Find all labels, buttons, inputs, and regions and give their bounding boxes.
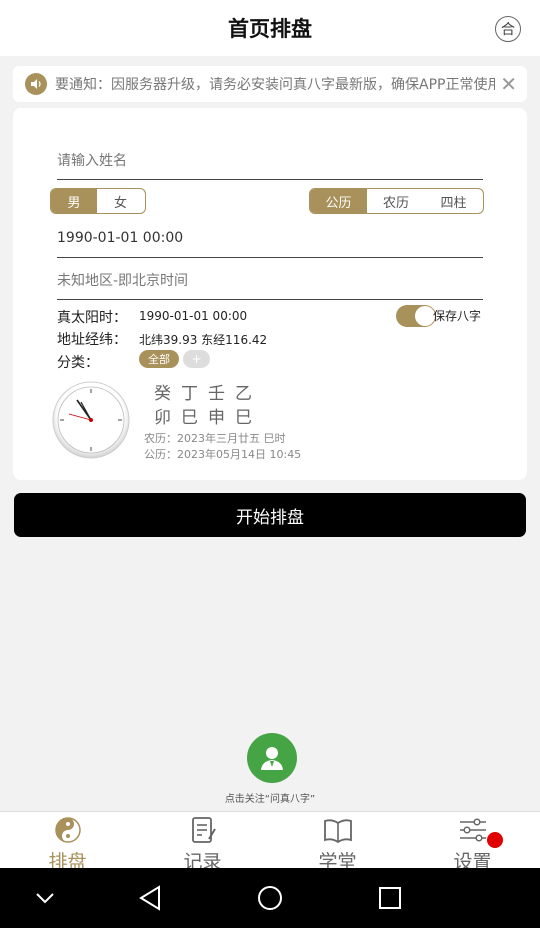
calendar-gregorian-option[interactable]: 公历 bbox=[310, 189, 367, 213]
earthly-branches-row: 卯巳申巳 bbox=[149, 403, 257, 428]
follow-text[interactable]: 点击关注“问真八字” bbox=[0, 790, 540, 805]
clock-icon bbox=[52, 381, 130, 459]
compatibility-button[interactable]: 合 bbox=[495, 16, 521, 42]
name-field[interactable]: 请输入姓名 bbox=[57, 140, 483, 180]
datetime-value: 1990-01-01 00:00 bbox=[57, 229, 184, 246]
branch-month: 巳 bbox=[181, 408, 198, 428]
region-placeholder: 未知地区-即北京时间 bbox=[57, 272, 189, 289]
calendar-four-pillars-option[interactable]: 四柱 bbox=[425, 189, 482, 213]
address-label: 地址经纬： bbox=[57, 332, 127, 348]
category-all-chip[interactable]: 全部 bbox=[139, 350, 179, 368]
gender-selector: 男 女 bbox=[50, 188, 146, 214]
stem-hour: 乙 bbox=[235, 384, 252, 404]
branch-day: 申 bbox=[208, 408, 225, 428]
tab-records[interactable]: 记录 bbox=[135, 812, 270, 873]
notice-bar: 要通知：因服务器升级，请务必安装问真八字最新版，确保APP正常使用 ✕ bbox=[13, 66, 527, 102]
category-add-button[interactable]: + bbox=[183, 350, 210, 368]
book-icon bbox=[323, 819, 352, 844]
branch-year: 卯 bbox=[154, 408, 171, 428]
recents-icon[interactable] bbox=[379, 887, 401, 909]
page-title: 首页排盘 bbox=[228, 17, 312, 41]
notes-icon bbox=[191, 817, 216, 843]
gender-male-option[interactable]: 男 bbox=[51, 189, 97, 213]
top-header: 首页排盘 合 bbox=[0, 0, 540, 56]
start-paipan-button[interactable]: 开始排盘 bbox=[14, 493, 526, 537]
sliders-icon bbox=[459, 818, 486, 842]
system-nav-bar bbox=[0, 868, 540, 928]
region-field[interactable]: 未知地区-即北京时间 bbox=[57, 260, 483, 300]
tab-school[interactable]: 学堂 bbox=[270, 812, 405, 873]
lunar-date: 农历：2023年三月廿五 巳时 bbox=[144, 432, 286, 445]
calendar-lunar-option[interactable]: 农历 bbox=[367, 189, 425, 213]
follow-icon[interactable] bbox=[247, 733, 297, 783]
notice-text: 要通知：因服务器升级，请务必安装问真八字最新版，确保APP正常使用 bbox=[55, 77, 495, 93]
home-icon[interactable] bbox=[258, 886, 282, 910]
close-icon[interactable]: ✕ bbox=[500, 74, 517, 94]
solar-time-label: 真太阳时： bbox=[57, 310, 127, 326]
solar-time-value: 1990-01-01 00:00 bbox=[139, 309, 248, 323]
address-value: 北纬39.93 东经116.42 bbox=[139, 333, 268, 347]
branch-hour: 巳 bbox=[235, 408, 252, 428]
save-bazi-label: 保存八字 bbox=[433, 309, 482, 323]
tab-settings[interactable]: 设置 bbox=[405, 812, 540, 873]
chevron-down-icon[interactable] bbox=[36, 893, 54, 904]
stem-year: 癸 bbox=[154, 384, 171, 404]
yin-yang-icon bbox=[54, 817, 81, 843]
speaker-icon bbox=[25, 73, 47, 95]
gender-female-option[interactable]: 女 bbox=[97, 189, 144, 213]
input-card: 请输入姓名 男 女 公历 农历 四柱 1990-01-01 00:00 未知地区… bbox=[13, 108, 527, 480]
category-label: 分类： bbox=[57, 355, 99, 371]
stem-day: 壬 bbox=[208, 384, 225, 404]
name-placeholder: 请输入姓名 bbox=[57, 152, 127, 169]
save-bazi-toggle[interactable] bbox=[396, 305, 436, 327]
back-icon[interactable] bbox=[139, 885, 160, 911]
tab-bar: 排盘 记录 学堂 设置 bbox=[0, 811, 540, 873]
datetime-field[interactable]: 1990-01-01 00:00 bbox=[57, 218, 483, 258]
calendar-selector: 公历 农历 四柱 bbox=[309, 188, 484, 214]
heavenly-stems-row: 癸丁壬乙 bbox=[149, 379, 257, 404]
tab-paipan[interactable]: 排盘 bbox=[0, 812, 135, 873]
notification-badge bbox=[487, 832, 503, 848]
solar-date: 公历：2023年05月14日 10:45 bbox=[144, 448, 302, 461]
stem-month: 丁 bbox=[181, 384, 198, 404]
